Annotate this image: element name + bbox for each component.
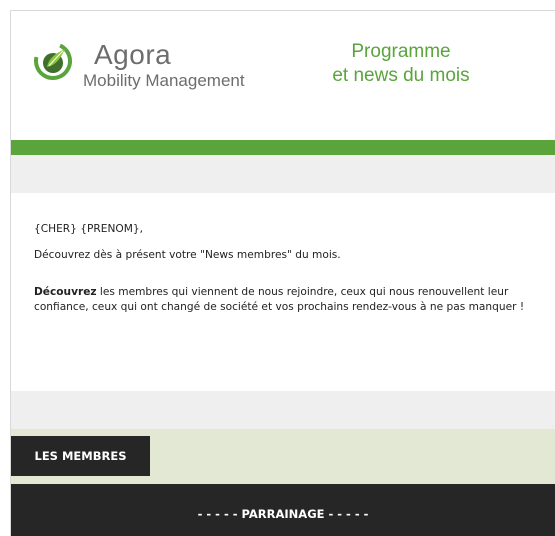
tagline-line-1: Programme	[351, 41, 451, 62]
body-bold-text: Découvrez	[34, 286, 97, 298]
members-section-header: LES MEMBRES	[11, 429, 555, 484]
body-paragraph: Découvrez les membres qui viennent de no…	[34, 285, 535, 315]
message-body: {CHER} {PRENOM}, Découvrez dès à présent…	[11, 193, 555, 391]
email-header: Agora Mobility Management Programme et n…	[11, 11, 555, 140]
intro-text: Découvrez dès à présent votre "News memb…	[34, 249, 341, 261]
logo-name: Agora	[94, 39, 172, 70]
greeting-text: {CHER} {PRENOM},	[34, 223, 143, 235]
body-rest-text: les membres qui viennent de nous rejoind…	[34, 286, 525, 313]
spacer-band-2	[11, 391, 555, 429]
tagline-line-2: et news du mois	[332, 65, 470, 86]
agora-leaf-logo-icon	[34, 42, 72, 80]
green-divider	[11, 140, 555, 155]
logo-subtitle: Mobility Management	[83, 71, 245, 90]
header-tagline: Programme et news du mois	[321, 40, 481, 88]
members-tab[interactable]: LES MEMBRES	[11, 436, 150, 476]
email-frame: Agora Mobility Management Programme et n…	[10, 10, 555, 536]
parrainage-banner: - - - - - PARRAINAGE - - - - -	[11, 484, 555, 536]
spacer-band	[11, 155, 555, 193]
